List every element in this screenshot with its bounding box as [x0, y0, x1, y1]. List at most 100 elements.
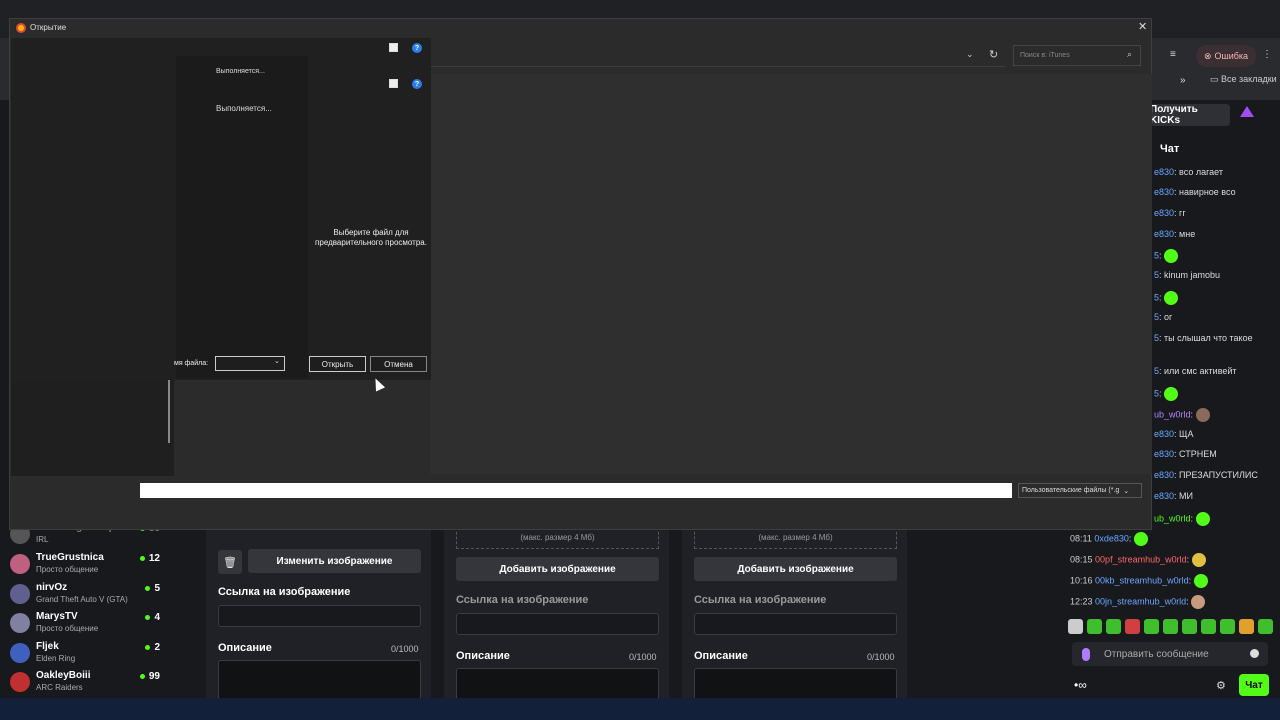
chevron-down-icon[interactable]: ⌄ [274, 357, 280, 365]
cancel-button[interactable]: Отмена [370, 356, 427, 372]
avatar [10, 613, 30, 633]
image-link-input[interactable] [218, 605, 421, 627]
file-list-area[interactable] [430, 74, 1152, 474]
image-link-input[interactable] [694, 613, 897, 635]
emote-icon [1133, 532, 1148, 546]
help-icon[interactable]: ? [412, 43, 422, 53]
emote-icon[interactable] [1125, 618, 1140, 634]
trash-icon: 🗑 [223, 556, 237, 569]
chat-message: 5: ты слышал что такое [1154, 333, 1253, 343]
channel-item[interactable]: OakleyBoiii ARC Raiders 99 [10, 670, 160, 698]
extensions-icon[interactable]: ≡ [1170, 49, 1176, 60]
emote-icon[interactable] [1239, 618, 1254, 634]
chat-message: e830: ЩА [1154, 429, 1194, 439]
error-badge[interactable]: ⊗ Ошибка [1196, 45, 1256, 67]
emote-icon [1195, 512, 1210, 526]
emote-icon[interactable] [1201, 618, 1216, 634]
chat-message: e830: навирное всо [1154, 187, 1236, 197]
emoji-icon[interactable] [1250, 649, 1259, 658]
menu-icon[interactable]: ⋮ [1262, 49, 1272, 60]
description-label: Описание [694, 650, 748, 662]
chat-message: 12:23 00jn_streamhub_w0rld: [1070, 595, 1206, 609]
chat-message: e830: МИ [1154, 491, 1193, 501]
kicks-icon [1240, 106, 1254, 117]
search-icon[interactable]: ⌕ [1127, 49, 1132, 60]
image-dropzone[interactable]: (макс. размер 4 Мб) [456, 527, 659, 549]
emote-icon[interactable] [1182, 618, 1197, 634]
description-label: Описание [456, 650, 510, 662]
emote-icon [1191, 553, 1206, 567]
chat-message: 5: kinum jamobu [1154, 270, 1221, 280]
chat-message: 5: [1154, 291, 1179, 305]
avatar [10, 584, 30, 604]
avatar [10, 672, 30, 692]
chat-message: ub_w0rld: [1154, 408, 1210, 422]
close-icon[interactable]: ✕ [1138, 20, 1147, 33]
filename-input[interactable] [140, 483, 1012, 498]
chat-message: e830: ПРЕЗАПУСТИЛИС [1154, 470, 1258, 480]
infinity-icon[interactable]: •∞ [1074, 678, 1087, 692]
change-image-button[interactable]: Изменить изображение [248, 549, 421, 573]
char-counter: 0/1000 [391, 644, 419, 654]
all-bookmarks[interactable]: ▭ Все закладки [1210, 74, 1277, 85]
folder-icon: ▭ [1210, 74, 1219, 84]
trash-button[interactable]: 🗑 [218, 550, 242, 574]
emote-icon[interactable] [1258, 618, 1273, 634]
chat-message: e830: мне [1154, 229, 1196, 239]
preview-pane-icon[interactable] [389, 79, 398, 88]
emote-icon[interactable] [1163, 618, 1178, 634]
preview-pane-icon[interactable] [389, 43, 398, 52]
refresh-icon[interactable]: ↻ [989, 48, 998, 61]
search-input[interactable]: Поиск в: iTunes [1013, 45, 1141, 66]
channel-item[interactable]: nirvOz Grand Theft Auto V (GTA) 5 [10, 582, 160, 610]
emote-icon [1164, 249, 1179, 263]
image-link-label: Ссылка на изображение [694, 594, 827, 606]
emote-icon[interactable] [1106, 618, 1121, 634]
description-textarea[interactable] [218, 660, 421, 700]
loading-status: Выполняется... [216, 104, 272, 113]
microphone-icon[interactable] [1082, 648, 1090, 661]
taskbar [0, 698, 1280, 720]
chat-message: 10:16 00kb_streamhub_w0rld: [1070, 574, 1208, 588]
channel-item[interactable]: Fljek Elden Ring 2 [10, 641, 160, 669]
filename-label: мя файла: [174, 360, 209, 367]
emote-icon[interactable] [1087, 618, 1102, 634]
channel-item[interactable]: TrueGrustnica Просто общение 12 [10, 552, 160, 580]
chat-message: 5: ог [1154, 312, 1173, 322]
help-icon[interactable]: ? [412, 79, 422, 89]
emote-icon[interactable] [1144, 618, 1159, 634]
chat-message: 5: или смс активейт [1154, 366, 1237, 376]
preview-hint: Выберите файл для предварительного просм… [315, 228, 427, 247]
dialog-title: Открытие [30, 23, 67, 32]
chevron-down-icon[interactable]: ⌄ [966, 49, 974, 60]
image-dropzone[interactable]: (макс. размер 4 Мб) [694, 527, 897, 549]
chat-message: e830: гг [1154, 208, 1186, 218]
char-counter: 0/1000 [629, 652, 657, 662]
description-label: Описание [218, 642, 272, 654]
chrome-icon [16, 23, 26, 33]
open-button[interactable]: Открыть [309, 356, 366, 372]
emote-icon [1193, 574, 1208, 588]
get-kicks-button[interactable]: Получить KICKs [1150, 104, 1230, 126]
add-image-button[interactable]: Добавить изображение [694, 557, 897, 581]
avatar [10, 554, 30, 574]
error-label: Ошибка [1214, 51, 1249, 61]
channel-item[interactable]: MarysTV Просто общение 4 [10, 611, 160, 639]
chat-send-button[interactable]: Чат [1239, 674, 1269, 696]
chevron-right-icon[interactable]: » [1180, 75, 1186, 86]
emote-icon[interactable] [1068, 618, 1083, 634]
address-bar[interactable] [430, 45, 1005, 67]
file-type-select[interactable]: Пользовательские файлы (*.g ⌄ [1018, 483, 1142, 498]
emote-icon [1195, 408, 1210, 422]
avatar [10, 643, 30, 663]
image-link-input[interactable] [456, 613, 659, 635]
chat-title: Чат [1160, 143, 1180, 155]
gear-icon[interactable]: ⚙ [1216, 679, 1226, 692]
chat-message-input[interactable]: Отправить сообщение [1072, 642, 1268, 666]
emote-icon [1164, 387, 1179, 401]
chat-message: 5: [1154, 249, 1179, 263]
add-image-button[interactable]: Добавить изображение [456, 557, 659, 581]
emote-icon[interactable] [1220, 618, 1235, 634]
chat-message: 5: [1154, 387, 1179, 401]
chat-message: 08:11 0xde830: [1070, 532, 1148, 546]
